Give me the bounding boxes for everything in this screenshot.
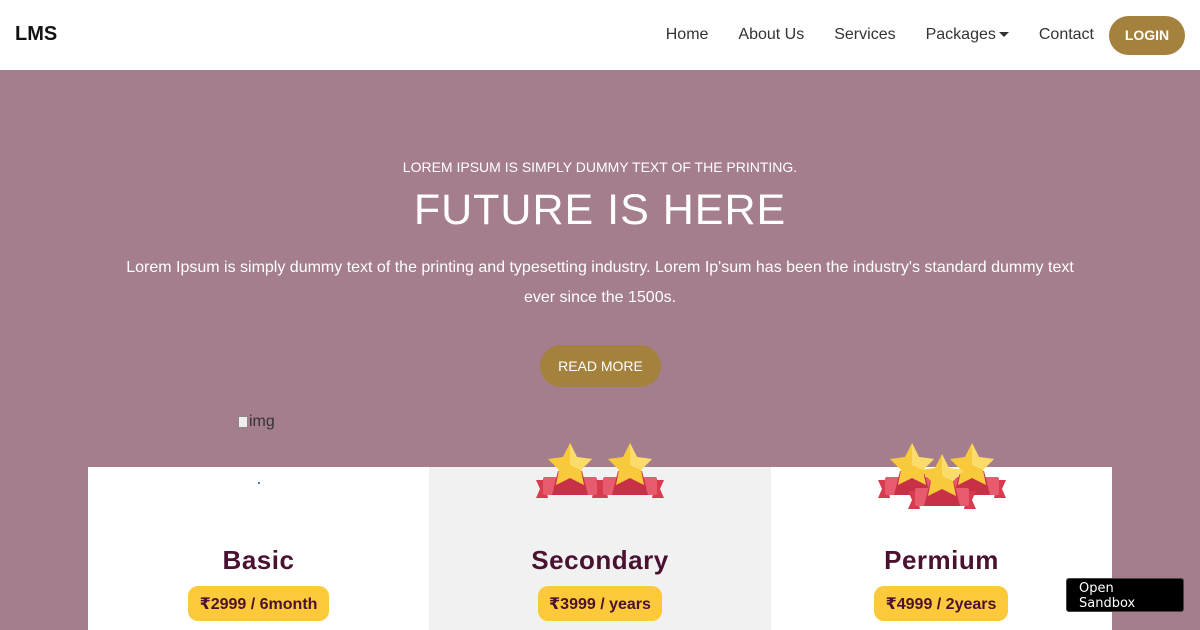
medal-icon-group-secondary xyxy=(536,443,664,498)
nav-link-packages-label: Packages xyxy=(925,26,996,43)
nav-links: Home About Us Services Packages Contact … xyxy=(666,15,1185,55)
nav-link-home[interactable]: Home xyxy=(666,26,709,44)
package-name: Permium xyxy=(884,545,999,575)
package-card-basic[interactable]: Basic ₹2999 / 6month xyxy=(88,467,429,630)
caret-down-icon xyxy=(998,31,1009,37)
price-badge: ₹4999 / 2years xyxy=(874,586,1008,621)
hero-description: Lorem Ipsum is simply dummy text of the … xyxy=(126,259,1074,306)
hero-kicker: LOREM IPSUM IS SIMPLY DUMMY TEXT OF THE … xyxy=(402,159,798,175)
login-button[interactable]: LOGIN xyxy=(1109,15,1185,55)
nav-link-contact[interactable]: Contact xyxy=(1039,26,1094,44)
broken-image: img xyxy=(238,413,275,431)
medal-icon-group-premium xyxy=(878,443,1006,509)
read-more-button[interactable]: READ MORE xyxy=(540,345,661,387)
nav-link-about-us[interactable]: About Us xyxy=(738,26,804,44)
price-badge: ₹3999 / years xyxy=(538,586,662,621)
broken-image-icon xyxy=(238,416,248,428)
open-sandbox-button[interactable]: Open Sandbox xyxy=(1066,578,1184,612)
brand-logo[interactable]: LMS xyxy=(15,23,57,46)
blue-dot xyxy=(258,482,260,484)
navbar: LMS Home About Us Services Packages Cont… xyxy=(0,0,1200,70)
nav-link-services[interactable]: Services xyxy=(834,26,895,44)
hero-title: FUTURE IS HERE xyxy=(413,186,787,234)
package-name: Basic xyxy=(222,545,295,575)
nav-link-packages[interactable]: Packages xyxy=(926,26,1009,44)
broken-image-alt: img xyxy=(249,413,275,430)
medal-icon xyxy=(536,443,604,498)
price-badge: ₹2999 / 6month xyxy=(188,586,329,621)
package-name: Secondary xyxy=(531,545,669,575)
medal-icon xyxy=(596,443,664,498)
